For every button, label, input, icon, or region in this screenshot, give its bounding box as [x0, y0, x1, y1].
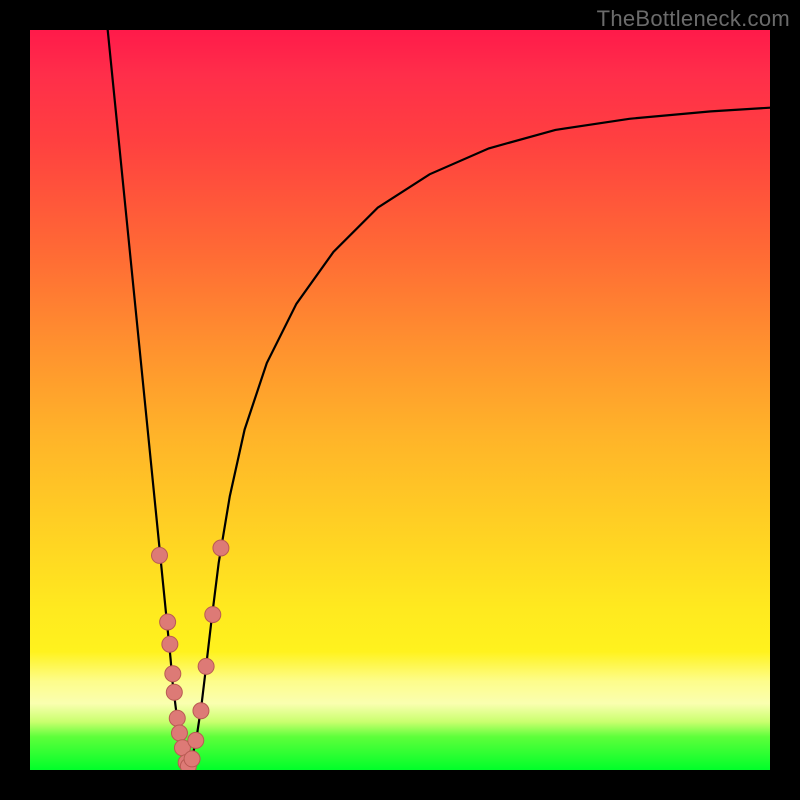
data-dot — [193, 703, 209, 719]
data-dot — [160, 614, 176, 630]
data-dot — [205, 607, 221, 623]
curve-left-branch — [108, 30, 189, 766]
data-dot — [152, 547, 168, 563]
data-dot — [165, 666, 181, 682]
data-dot — [162, 636, 178, 652]
data-dot — [166, 684, 182, 700]
data-dot — [188, 732, 204, 748]
chart-plot-area — [30, 30, 770, 770]
data-dot — [198, 658, 214, 674]
watermark-text: TheBottleneck.com — [597, 6, 790, 32]
curve-right-branch — [188, 108, 770, 767]
curve-group — [108, 30, 770, 766]
data-dot — [213, 540, 229, 556]
data-dot — [171, 725, 187, 741]
chart-frame: TheBottleneck.com — [0, 0, 800, 800]
data-dot — [169, 710, 185, 726]
data-dot — [184, 751, 200, 767]
chart-svg — [30, 30, 770, 770]
